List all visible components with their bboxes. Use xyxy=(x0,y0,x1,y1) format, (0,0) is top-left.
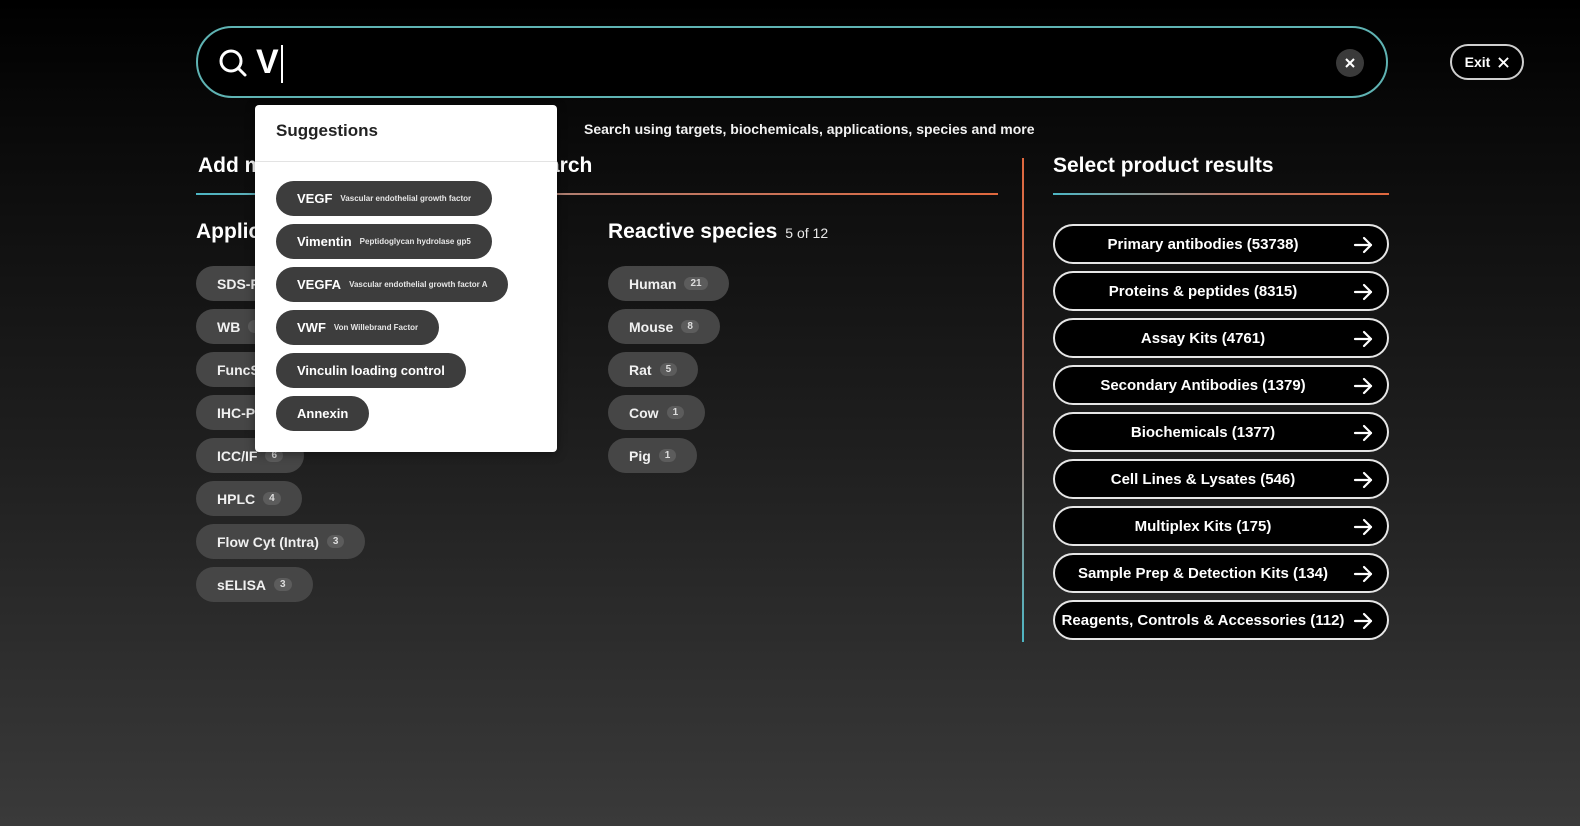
arrow-right-icon xyxy=(1353,471,1373,489)
application-count: 3 xyxy=(326,535,345,548)
close-icon xyxy=(1498,56,1510,68)
suggestion-name: Vimentin xyxy=(297,234,352,249)
product-result-button[interactable]: Primary antibodies (53738) xyxy=(1053,224,1389,264)
arrow-right-icon xyxy=(1353,236,1373,254)
suggestion-description: Peptidoglycan hydrolase gp5 xyxy=(359,237,471,246)
application-label: FuncS xyxy=(217,361,260,378)
suggestion-item[interactable]: VEGF Vascular endothelial growth factor xyxy=(276,181,493,216)
suggestions-list: VEGF Vascular endothelial growth factor Vi… xyxy=(276,181,509,431)
application-count: 4 xyxy=(263,492,281,505)
arrow-right-icon xyxy=(1353,330,1373,348)
product-result-label: Reagents, Controls & Accessories (112) xyxy=(1061,611,1345,629)
species-count-badge: 1 xyxy=(658,449,677,462)
product-result-label: Assay Kits (4761) xyxy=(1140,329,1266,347)
product-result-button[interactable]: Proteins & peptides (8315) xyxy=(1053,271,1389,311)
product-result-label: Sample Prep & Detection Kits (134) xyxy=(1077,564,1329,582)
search-input[interactable]: V xyxy=(256,40,283,84)
species-title: Reactive species 5 of 12 xyxy=(608,220,828,244)
species-count-badge: 21 xyxy=(684,277,708,290)
species-list: Human 21 Mouse 8 Rat 5 Cow 1 Pig 1 xyxy=(608,266,729,473)
species-label: Human xyxy=(629,275,677,292)
exit-label: Exit xyxy=(1464,54,1491,70)
suggestion-description: Vascular endothelial growth factor A xyxy=(349,280,488,289)
species-chip[interactable]: Rat 5 xyxy=(608,352,699,387)
arrow-right-icon xyxy=(1353,565,1373,583)
arrow-right-icon xyxy=(1353,283,1373,301)
species-chip[interactable]: Cow 1 xyxy=(608,395,706,430)
product-result-button[interactable]: Assay Kits (4761) xyxy=(1053,318,1389,358)
suggestion-name: VWF xyxy=(297,320,326,335)
refine-title-start: Add m xyxy=(198,154,264,177)
products-divider xyxy=(1053,193,1389,195)
species-count-badge: 8 xyxy=(681,320,699,333)
vertical-divider xyxy=(1022,158,1024,642)
application-label: ICC/IF xyxy=(217,447,258,464)
application-label: Flow Cyt (Intra) xyxy=(217,533,319,550)
suggestion-item[interactable]: Vimentin Peptidoglycan hydrolase gp5 xyxy=(276,224,492,259)
species-title-text: Reactive species xyxy=(608,220,778,243)
application-chip[interactable]: Flow Cyt (Intra) 3 xyxy=(196,524,366,559)
products-title: Select product results xyxy=(1053,154,1274,177)
arrow-right-icon xyxy=(1353,424,1373,442)
applications-title: Applic xyxy=(196,220,261,243)
suggestion-description: Von Willebrand Factor xyxy=(333,323,419,332)
product-result-button[interactable]: Biochemicals (1377) xyxy=(1053,412,1389,452)
suggestions-dropdown: Suggestions VEGF Vascular endothelial gro… xyxy=(255,105,557,452)
suggestion-name: Vinculin loading control xyxy=(297,363,445,378)
text-caret xyxy=(280,45,283,84)
application-label: IHC-P xyxy=(217,404,256,421)
suggestion-item[interactable]: VWF Von Willebrand Factor xyxy=(276,310,440,345)
species-label: Mouse xyxy=(629,318,674,335)
product-result-label: Primary antibodies (53738) xyxy=(1107,235,1299,253)
product-result-button[interactable]: Secondary Antibodies (1379) xyxy=(1053,365,1389,405)
product-result-label: Multiplex Kits (175) xyxy=(1134,517,1272,535)
species-count: 5 of 12 xyxy=(785,225,829,241)
arrow-right-icon xyxy=(1353,612,1373,630)
suggestions-divider xyxy=(255,161,557,162)
exit-button[interactable]: Exit xyxy=(1450,44,1524,80)
application-label: HPLC xyxy=(217,490,256,507)
species-chip[interactable]: Mouse 8 xyxy=(608,309,720,344)
species-label: Rat xyxy=(629,361,652,378)
species-count-badge: 1 xyxy=(666,406,685,419)
product-result-label: Cell Lines & Lysates (546) xyxy=(1110,470,1296,488)
species-chip[interactable]: Pig 1 xyxy=(608,438,698,473)
application-chip[interactable]: sELISA 3 xyxy=(196,567,313,602)
search-hint: Search using targets, biochemicals, appl… xyxy=(584,121,1035,137)
species-label: Cow xyxy=(629,404,659,421)
suggestion-name: Annexin xyxy=(297,406,349,421)
product-result-label: Secondary Antibodies (1379) xyxy=(1100,376,1306,394)
search-bar[interactable]: V xyxy=(196,26,1388,98)
species-chip[interactable]: Human 21 xyxy=(608,266,729,301)
product-results: Primary antibodies (53738) Proteins & pep… xyxy=(1053,224,1389,640)
product-result-button[interactable]: Sample Prep & Detection Kits (134) xyxy=(1053,553,1389,593)
suggestion-description: Vascular endothelial growth factor xyxy=(340,194,472,203)
product-result-button[interactable]: Reagents, Controls & Accessories (112) xyxy=(1053,600,1389,640)
arrow-right-icon xyxy=(1353,377,1373,395)
suggestion-item[interactable]: VEGFA Vascular endothelial growth factor … xyxy=(276,267,509,302)
close-icon xyxy=(1345,58,1355,68)
product-result-label: Biochemicals (1377) xyxy=(1130,423,1276,441)
application-chip[interactable]: HPLC 4 xyxy=(196,481,302,516)
clear-search-button[interactable] xyxy=(1336,49,1364,77)
search-icon xyxy=(219,49,247,77)
suggestion-name: VEGFA xyxy=(297,277,342,292)
product-result-label: Proteins & peptides (8315) xyxy=(1108,282,1298,300)
suggestions-title: Suggestions xyxy=(276,121,379,140)
species-count-badge: 5 xyxy=(659,363,678,376)
application-count: 3 xyxy=(274,578,292,591)
suggestion-name: VEGF xyxy=(297,191,333,206)
arrow-right-icon xyxy=(1353,518,1373,536)
application-label: WB xyxy=(217,318,241,335)
application-label: sELISA xyxy=(217,576,267,593)
suggestion-item[interactable]: Annexin xyxy=(276,396,370,431)
suggestion-item[interactable]: Vinculin loading control xyxy=(276,353,466,388)
product-result-button[interactable]: Cell Lines & Lysates (546) xyxy=(1053,459,1389,499)
species-label: Pig xyxy=(629,447,651,464)
product-result-button[interactable]: Multiplex Kits (175) xyxy=(1053,506,1389,546)
